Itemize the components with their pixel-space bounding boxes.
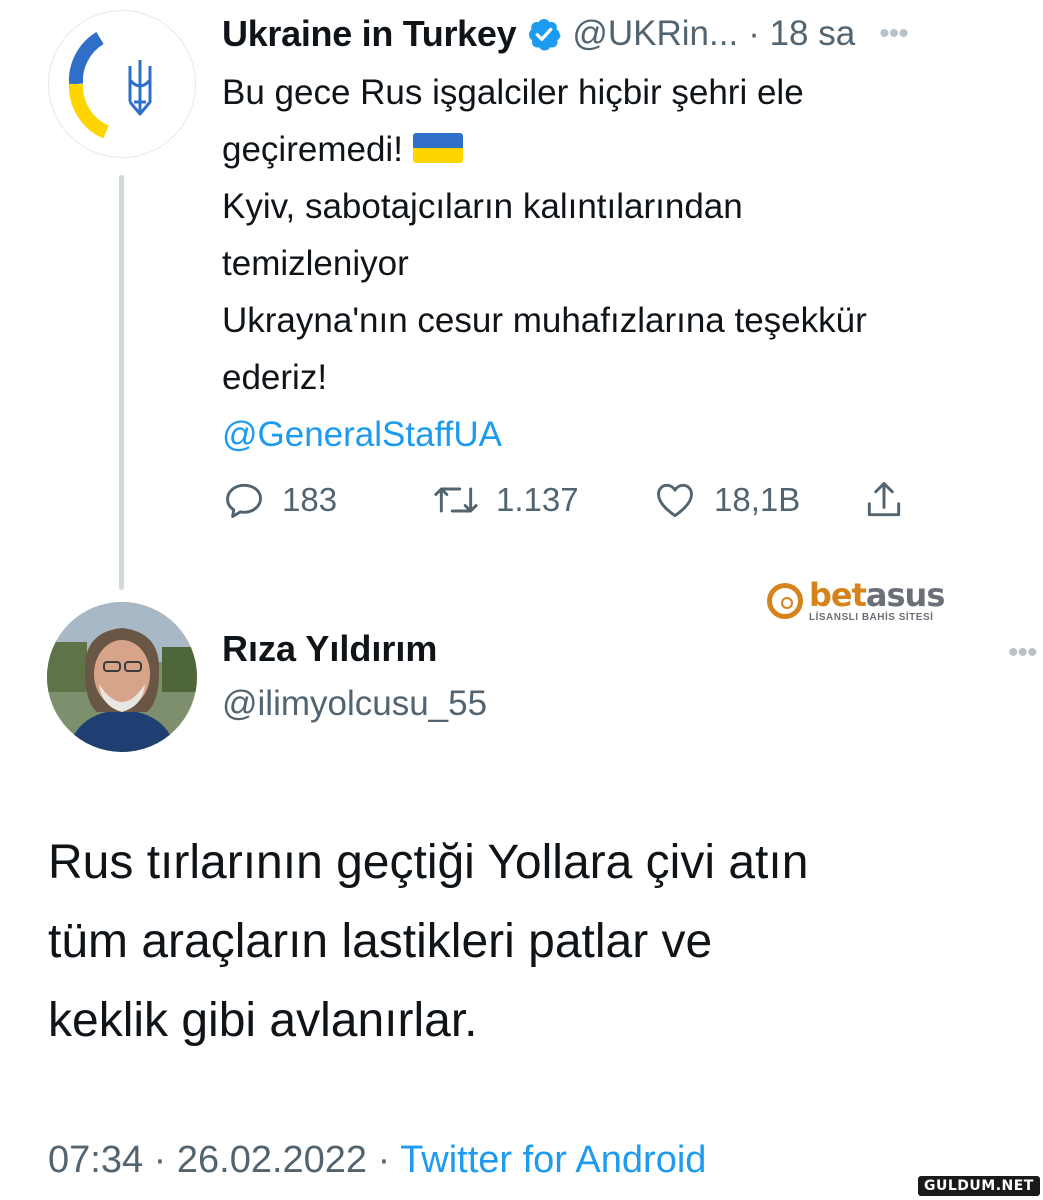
like-button[interactable]: 18,1B [652, 478, 800, 522]
retweet-icon [434, 487, 478, 513]
reply-count: 183 [282, 481, 338, 518]
verified-badge-icon [529, 19, 561, 51]
like-count: 18,1B [714, 481, 801, 518]
meta-separator: · [377, 1139, 401, 1181]
tweet2-line: Rus tırlarının geçtiği Yollara çivi atın [48, 836, 809, 889]
ukraine-avatar[interactable] [48, 10, 196, 158]
tweet2-more-icon[interactable]: ••• [1008, 636, 1037, 670]
tweet2-body: Rus tırlarının geçtiği Yollara çivi atın… [48, 823, 808, 1060]
tweet1-line-with-flag: geçiremedi! [222, 121, 1037, 178]
watermark-brand-prefix: bet [809, 576, 867, 614]
tweet1-author-name[interactable]: Ukraine in Turkey [222, 13, 517, 55]
tweet1-handle[interactable]: @UKRin... [572, 14, 738, 54]
tweet1-line: ederiz! [222, 358, 328, 397]
user-photo-icon [47, 602, 197, 752]
tweet1-line: Kyiv, sabotajcıların kalıntılarından [222, 187, 743, 226]
heart-icon [657, 483, 693, 518]
share-icon [867, 482, 901, 517]
tweet1-line: geçiremedi! [222, 130, 403, 169]
reply-button[interactable]: 183 [222, 478, 337, 522]
retweet-button[interactable]: 1.137 [432, 478, 579, 522]
watermark-brand-suffix: asus [865, 576, 945, 614]
thread-connector [119, 175, 124, 590]
tweet1-header: Ukraine in Turkey @UKRin... · 18 sa ••• [222, 12, 909, 56]
tweet2-handle[interactable]: @ilimyolcusu_55 [222, 684, 487, 724]
tweet1-line: Bu gece Rus işgalciler hiçbir şehri ele [222, 73, 804, 112]
tweet2-line: keklik gibi avlanırlar. [48, 994, 478, 1047]
reply-icon [226, 483, 262, 518]
share-button[interactable] [862, 478, 906, 522]
tweet1-line: temizleniyor [222, 244, 409, 283]
watermark-tagline: LİSANSLI BAHİS SİTESİ [809, 612, 934, 623]
tweet1-more-icon[interactable]: ••• [879, 17, 908, 51]
ukraine-logo-icon [68, 32, 152, 139]
tweet2-line: tüm araçların lastikleri patlar ve [48, 915, 713, 968]
tweet2-author-name[interactable]: Rıza Yıldırım [222, 628, 437, 670]
ukraine-flag-icon [412, 133, 463, 163]
tweet1-body: Bu gece Rus işgalciler hiçbir şehri ele … [222, 64, 1037, 463]
tweet1-timestamp[interactable]: · 18 sa [748, 14, 855, 54]
site-watermark: GULDUM.NET [918, 1176, 1040, 1196]
tweet2-time[interactable]: 07:34 [48, 1139, 143, 1181]
user-avatar[interactable] [47, 602, 197, 752]
betasus-logo-icon [767, 583, 803, 619]
retweet-count: 1.137 [496, 481, 579, 518]
betasus-watermark: betasus LİSANSLI BAHİS SİTESİ [767, 576, 945, 626]
tweet1-actions: 183 1.137 18,1B [222, 478, 922, 528]
tweet2-source-link[interactable]: Twitter for Android [400, 1139, 706, 1181]
tweet1-mention-link[interactable]: @GeneralStaffUA [222, 406, 1037, 463]
tweet1-line: Ukrayna'nın cesur muhafızlarına teşekkür [222, 301, 867, 340]
tweet2-date[interactable]: 26.02.2022 [177, 1139, 367, 1181]
tweet2-meta: 07:34 · 26.02.2022 · Twitter for Android [48, 1139, 706, 1182]
meta-separator: · [153, 1139, 177, 1181]
